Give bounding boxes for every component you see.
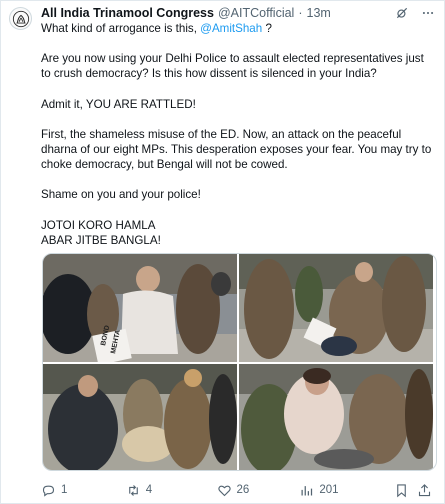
media-grid: BOND MEHTA	[42, 253, 437, 471]
share-button[interactable]	[417, 483, 432, 498]
like-count: 26	[236, 484, 250, 496]
views-icon	[301, 485, 313, 495]
author-handle[interactable]: @AITCofficial	[218, 6, 294, 20]
retweet-button[interactable]: 4	[126, 483, 217, 498]
views-count: 201	[319, 484, 339, 496]
protest-photo-1[interactable]: BOND MEHTA	[43, 254, 237, 362]
tmc-logo-icon	[12, 10, 29, 27]
reply-button[interactable]: 1	[41, 483, 126, 498]
more-icon[interactable]	[420, 5, 436, 21]
text-span: ?	[262, 22, 272, 35]
share-icon	[418, 483, 431, 496]
views-button[interactable]: 201	[299, 483, 394, 498]
action-bar: 1 4 26 201	[41, 480, 432, 500]
tweet-content: All India Trinamool Congress @AITCoffici…	[41, 5, 436, 248]
paragraph-6a: JOTOI KORO HAMLA	[41, 218, 156, 232]
separator-dot: ·	[298, 6, 303, 20]
like-button[interactable]: 26	[217, 483, 300, 498]
protest-photo-2[interactable]	[239, 254, 433, 362]
paragraph-1: What kind of arrogance is this, @AmitSha…	[41, 21, 436, 36]
bookmark-button[interactable]	[394, 483, 409, 498]
tweet-text: What kind of arrogance is this, @AmitSha…	[41, 21, 436, 248]
mention-link[interactable]: @AmitShah	[200, 22, 262, 35]
author-name[interactable]: All India Trinamool Congress	[41, 6, 214, 20]
text-span: What kind of arrogance is this,	[41, 22, 201, 35]
reply-icon	[42, 485, 55, 497]
retweet-count: 4	[145, 484, 153, 496]
grok-icon[interactable]	[394, 5, 410, 21]
protest-photo-4[interactable]	[239, 364, 433, 470]
heart-icon	[217, 485, 231, 496]
paragraph-2: Are you now using your Delhi Police to a…	[41, 52, 424, 81]
paragraph-3: Admit it, YOU ARE RATTLED!	[41, 97, 196, 111]
paragraph-4: First, the shameless misuse of the ED. N…	[41, 127, 432, 172]
bookmark-icon	[397, 483, 406, 497]
retweet-icon	[128, 484, 138, 496]
header-actions	[394, 5, 436, 21]
tweet-time[interactable]: 13m	[307, 6, 331, 20]
paragraph-6b: ABAR JITBE BANGLA!	[41, 233, 161, 247]
paragraph-5: Shame on you and your police!	[41, 188, 201, 202]
avatar[interactable]	[9, 7, 32, 30]
tweet-header: All India Trinamool Congress @AITCoffici…	[41, 5, 436, 21]
reply-count: 1	[61, 484, 68, 496]
protest-photo-3[interactable]	[43, 364, 237, 470]
tweet-card[interactable]: All India Trinamool Congress @AITCoffici…	[0, 0, 445, 504]
